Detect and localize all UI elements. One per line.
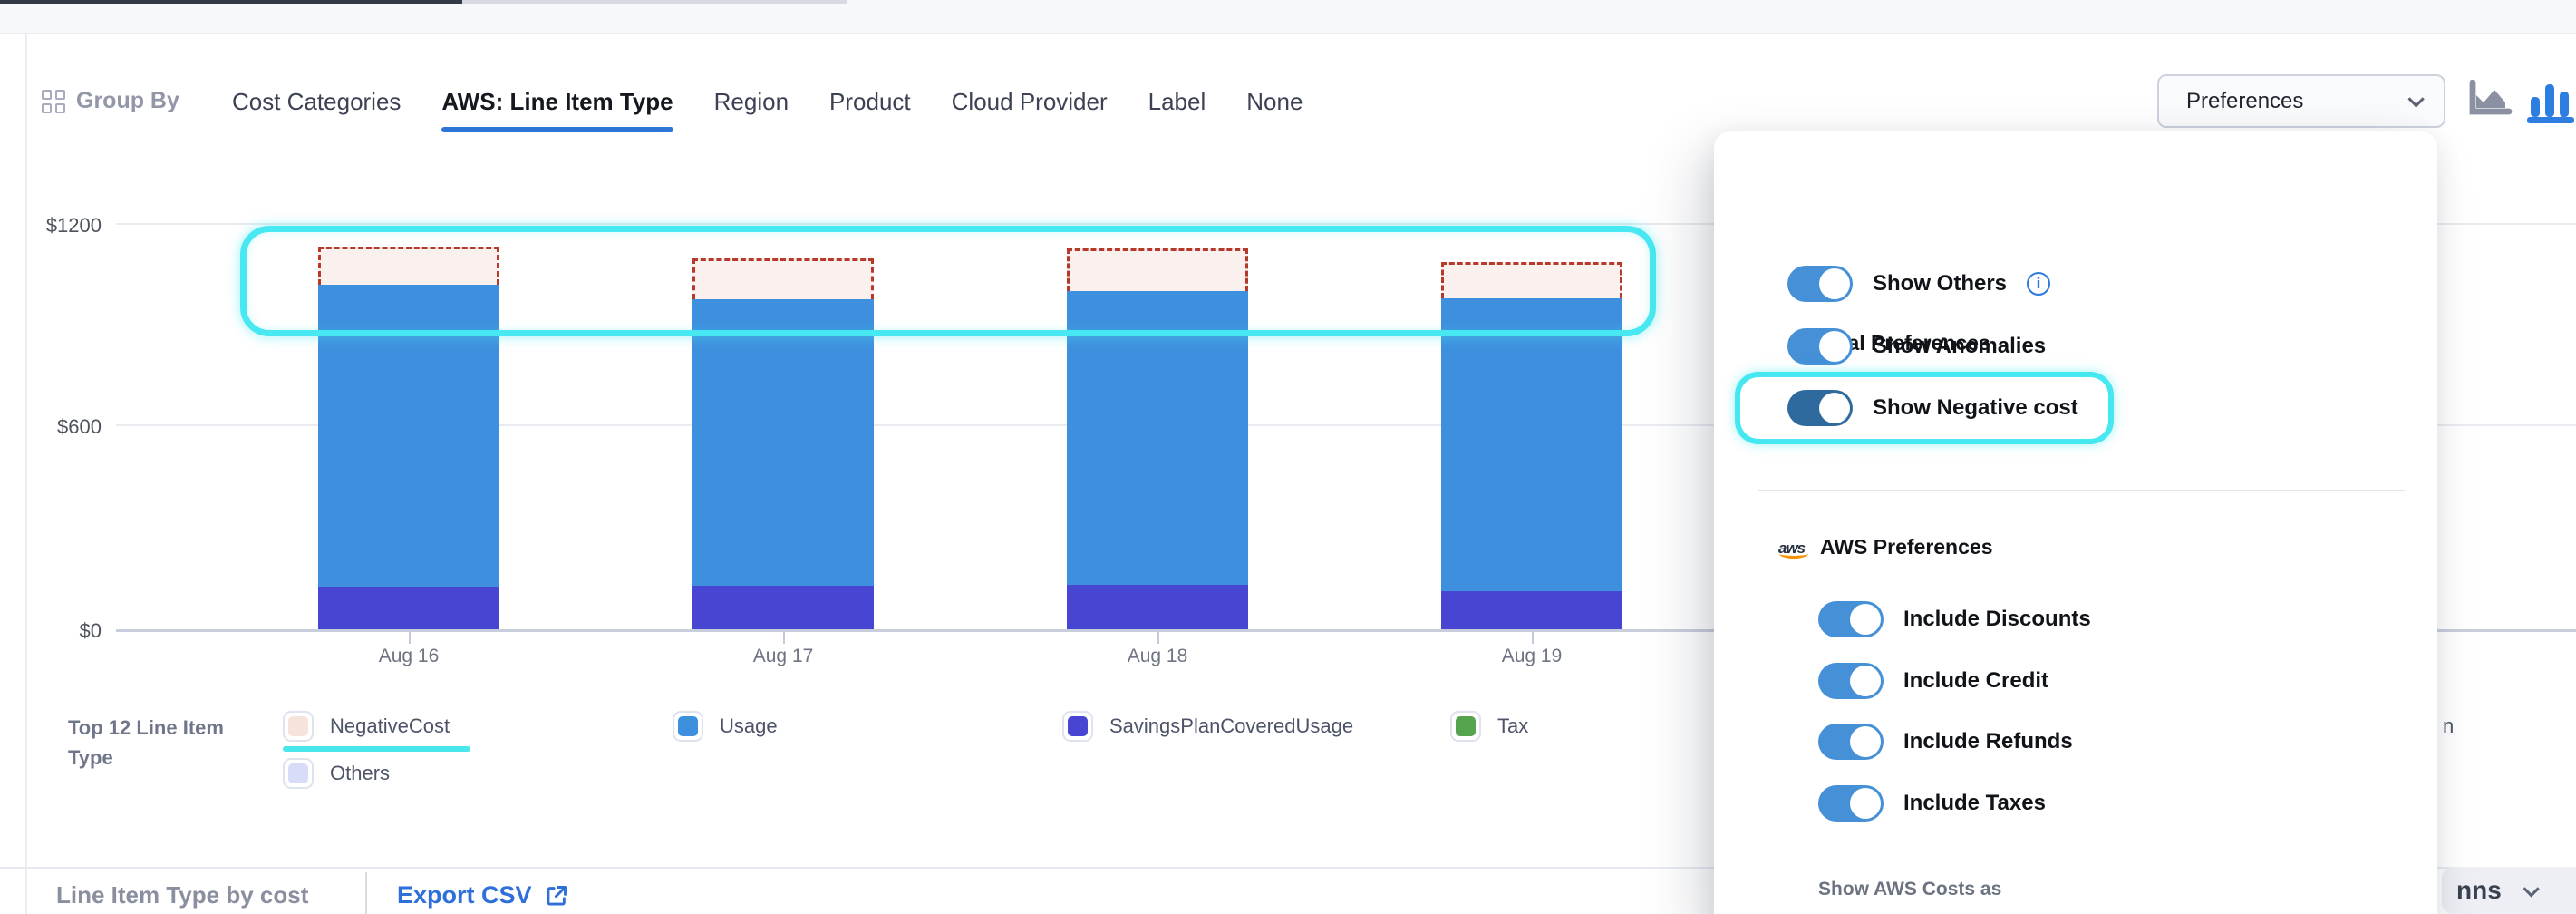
- group-by-tabs: Cost Categories AWS: Line Item Type Regi…: [232, 88, 1303, 132]
- tab-aws-line-item-type[interactable]: AWS: Line Item Type: [441, 88, 673, 132]
- legend-title: Top 12 Line Item Type: [68, 713, 258, 773]
- bar-segment-savingsplancoveredusage: [1441, 591, 1622, 629]
- legend-item-others[interactable]: Others: [283, 758, 390, 789]
- tab-none[interactable]: None: [1246, 88, 1303, 132]
- bar-segment-usage: [1441, 298, 1622, 591]
- active-chart-type-underline: [2527, 117, 2574, 123]
- x-axis-label: Aug 17: [720, 646, 847, 667]
- include-refunds-toggle[interactable]: [1818, 724, 1884, 760]
- bar-segment-savingsplancoveredusage: [692, 586, 874, 629]
- x-axis-tick: [1157, 632, 1159, 644]
- show-others-toggle[interactable]: [1787, 266, 1853, 302]
- top-progress-strip-secondary: [462, 0, 847, 4]
- toggle-row-include-refunds: Include Refunds: [1818, 724, 2073, 760]
- x-axis-label: Aug 16: [345, 646, 472, 667]
- top-progress-strip: [0, 0, 462, 4]
- table-section-title: Line Item Type by cost: [56, 881, 308, 909]
- active-tab-underline: [441, 127, 673, 132]
- savingsplancoveredusage-swatch: [1062, 711, 1093, 742]
- group-by-label-group: Group By: [42, 88, 179, 114]
- top-band: [0, 0, 2576, 34]
- toggle-row-show-others: Show Others i: [1787, 266, 2050, 302]
- toggle-row-include-discounts: Include Discounts: [1818, 601, 2091, 637]
- tab-product[interactable]: Product: [829, 88, 911, 132]
- toggle-row-include-taxes: Include Taxes: [1818, 785, 2046, 822]
- bar-segment-usage: [692, 299, 874, 586]
- y-axis-label-0: $0: [27, 619, 102, 643]
- external-link-icon: [545, 883, 569, 908]
- chevron-down-icon: [2523, 880, 2539, 897]
- legend-item-usage[interactable]: Usage: [673, 711, 778, 742]
- show-anomalies-toggle[interactable]: [1787, 328, 1853, 365]
- negativecost-swatch: [283, 711, 314, 742]
- bar-segment-savingsplancoveredusage: [1067, 585, 1248, 629]
- legend-item-tax[interactable]: Tax: [1450, 711, 1528, 742]
- chevron-down-icon: [2407, 91, 2424, 107]
- usage-swatch: [673, 711, 703, 742]
- info-icon[interactable]: i: [2027, 272, 2050, 296]
- negative-cost-highlight-box: [240, 226, 1656, 336]
- tab-cost-categories[interactable]: Cost Categories: [232, 88, 401, 132]
- preferences-button-label: Preferences: [2186, 89, 2303, 114]
- cost-analytics-screen: Group By Cost Categories AWS: Line Item …: [0, 0, 2576, 914]
- y-axis-label-600: $600: [27, 415, 102, 439]
- y-axis-label-1200: $1200: [27, 214, 102, 238]
- legend-cutoff-fragment: n: [2443, 715, 2454, 738]
- x-axis-tick: [409, 632, 411, 644]
- panel-divider: [1758, 490, 2405, 491]
- x-axis-tick: [783, 632, 785, 644]
- x-axis-label: Aug 18: [1094, 646, 1221, 667]
- legend-item-savingsplancoveredusage[interactable]: SavingsPlanCoveredUsage: [1062, 711, 1353, 742]
- group-by-grid-icon: [42, 90, 65, 113]
- export-csv-link[interactable]: Export CSV: [397, 881, 569, 909]
- preferences-panel: General Preferences Show Others i Show A…: [1714, 131, 2437, 914]
- tab-region[interactable]: Region: [714, 88, 789, 132]
- area-chart-icon[interactable]: [2469, 80, 2513, 122]
- columns-dropdown-cutoff[interactable]: nns: [2442, 867, 2576, 914]
- show-aws-costs-as-label: Show AWS Costs as: [1818, 879, 2001, 900]
- bar-chart-icon[interactable]: [2527, 80, 2574, 122]
- group-by-label: Group By: [76, 88, 179, 114]
- include-discounts-toggle[interactable]: [1818, 601, 1884, 637]
- aws-preferences-heading: aws AWS Preferences: [1778, 534, 1992, 559]
- toggle-row-show-negative-cost: Show Negative cost: [1787, 390, 2078, 426]
- include-credit-toggle[interactable]: [1818, 663, 1884, 699]
- footer-vertical-divider: [365, 872, 367, 914]
- x-axis-tick: [1532, 632, 1534, 644]
- legend-negativecost-highlight-underline: [283, 746, 470, 752]
- include-taxes-toggle[interactable]: [1818, 785, 1884, 822]
- others-swatch: [283, 758, 314, 789]
- toggle-row-include-credit: Include Credit: [1818, 663, 2048, 699]
- preferences-dropdown-button[interactable]: Preferences: [2157, 74, 2445, 128]
- bar-segment-savingsplancoveredusage: [318, 587, 499, 629]
- show-negative-cost-toggle[interactable]: [1787, 390, 1853, 426]
- legend-item-negativecost[interactable]: NegativeCost: [283, 711, 450, 742]
- toggle-row-show-anomalies: Show Anomalies: [1787, 328, 2046, 365]
- tab-cloud-provider[interactable]: Cloud Provider: [952, 88, 1108, 132]
- x-axis-label: Aug 19: [1468, 646, 1595, 667]
- card-left-border: [25, 34, 27, 914]
- tax-swatch: [1450, 711, 1481, 742]
- tab-label[interactable]: Label: [1148, 88, 1206, 132]
- aws-logo-icon: aws: [1778, 534, 1811, 559]
